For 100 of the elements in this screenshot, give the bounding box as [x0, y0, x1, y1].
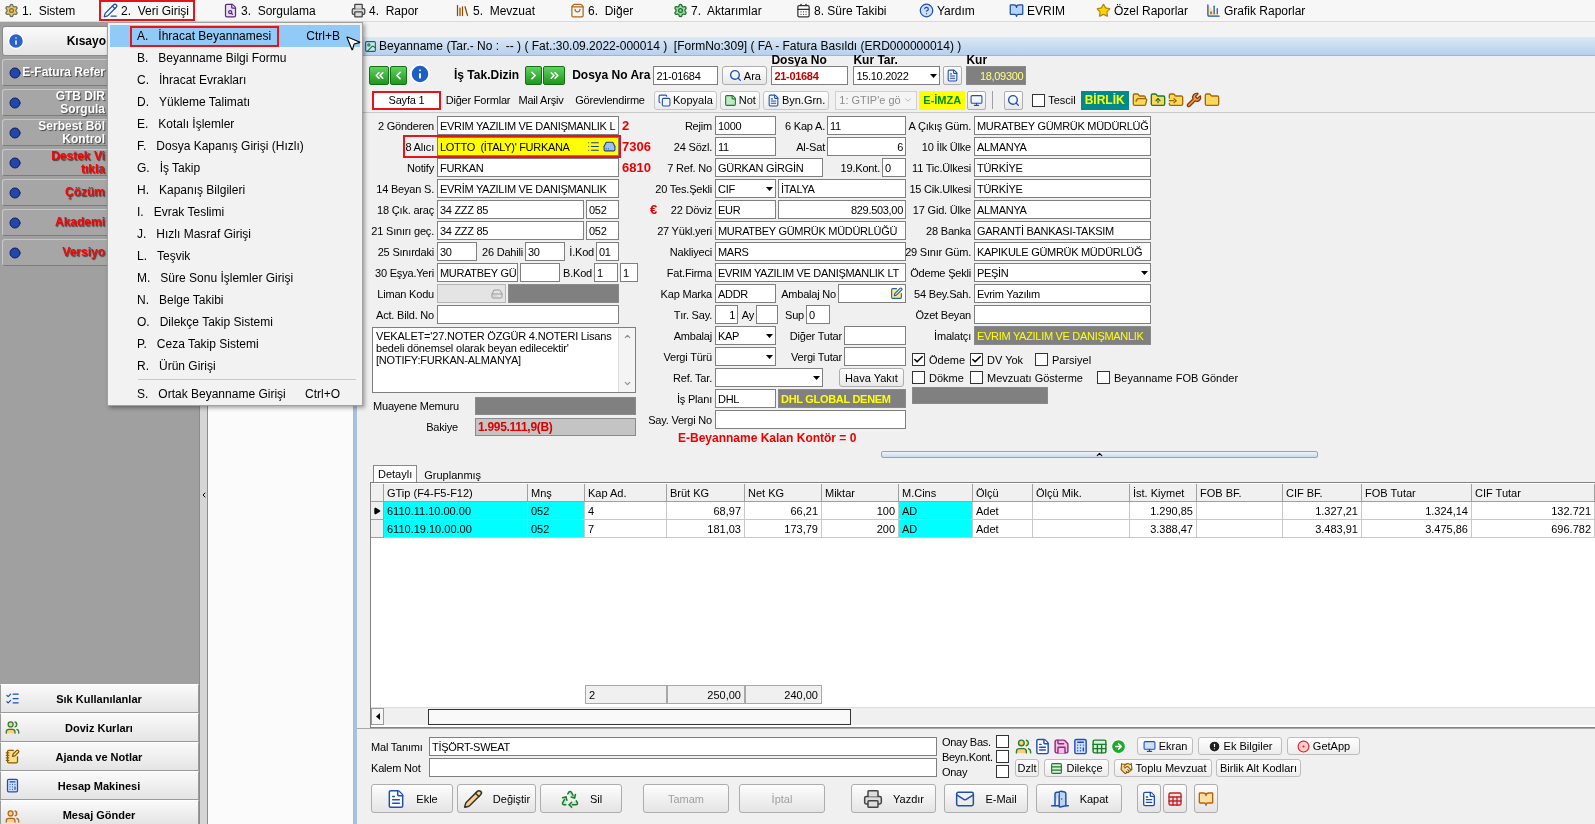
- menu-item[interactable]: Yardım: [915, 0, 981, 21]
- wrench-icon[interactable]: [1185, 92, 1202, 108]
- number-field[interactable]: 6: [827, 137, 906, 156]
- tab[interactable]: Detaylı: [373, 465, 418, 482]
- checkbox[interactable]: [1097, 371, 1110, 384]
- tab[interactable]: Görevlendirme: [569, 90, 651, 110]
- text-field[interactable]: EVRİM YAZILIM VE DANIŞMANLIK: [437, 179, 619, 198]
- menu-item[interactable]: 2. Veri Girişi: [99, 0, 195, 21]
- text-field[interactable]: MURATBEY GÜ: [437, 263, 518, 282]
- toolbar-button[interactable]: [1163, 784, 1187, 813]
- text-field[interactable]: [844, 347, 906, 366]
- sidebar-button[interactable]: Mesaj Gönder: [0, 800, 199, 824]
- text-field[interactable]: ALMANYA: [974, 137, 1151, 156]
- checkbox[interactable]: [912, 353, 925, 366]
- toolbar-button[interactable]: Byn.Grn.: [762, 90, 830, 110]
- dropdown-field[interactable]: CIF: [715, 179, 776, 198]
- action-button[interactable]: Yazdır: [851, 784, 936, 813]
- text-field[interactable]: [838, 284, 906, 303]
- people-icon[interactable]: [1015, 737, 1032, 755]
- last-record-button[interactable]: [543, 66, 566, 85]
- toolbar-button[interactable]: GetApp: [1287, 737, 1360, 755]
- column-header[interactable]: Net KG: [745, 484, 822, 502]
- column-header[interactable]: FOB BF.: [1197, 484, 1283, 502]
- date-field[interactable]: 15.10.2022: [853, 66, 941, 85]
- toolbar-button[interactable]: Not: [719, 90, 760, 110]
- menu-item[interactable]: 3. Sorgulama: [219, 0, 322, 21]
- toolbar-button[interactable]: Ekran: [1137, 737, 1193, 755]
- dropdown-field[interactable]: KAP: [715, 326, 776, 345]
- action-button[interactable]: Sil: [540, 784, 622, 813]
- info-icon[interactable]: [409, 63, 431, 85]
- column-header[interactable]: Kap Ad.: [585, 484, 667, 502]
- column-header[interactable]: CIF BF.: [1283, 484, 1362, 502]
- folder-icon[interactable]: [1203, 92, 1220, 108]
- text-field[interactable]: 1: [594, 263, 618, 282]
- menu-item[interactable]: EVRIM: [1005, 0, 1071, 21]
- action-button[interactable]: Hava Yakıt: [839, 368, 904, 387]
- text-field[interactable]: ALMANYA: [974, 200, 1151, 219]
- text-field[interactable]: DHL: [715, 389, 776, 408]
- vertical-scrollbar[interactable]: [618, 328, 635, 392]
- text-field[interactable]: 21-01684: [771, 66, 849, 85]
- menu-item[interactable]: 6. Diğer: [566, 0, 640, 21]
- text-field[interactable]: [429, 758, 937, 777]
- toolbar-button[interactable]: Kopyala: [654, 90, 717, 110]
- text-field[interactable]: 1: [620, 263, 638, 282]
- scroll-left-button[interactable]: [371, 708, 384, 725]
- folder-arrow-icon[interactable]: [1167, 92, 1184, 108]
- spreadsheet-icon[interactable]: [1091, 737, 1108, 755]
- column-header[interactable]: Miktar: [822, 484, 899, 502]
- menu-item[interactable]: S. Ortak Beyanname Girişi Ctrl+O: [110, 383, 360, 405]
- tab[interactable]: Mail Arşiv: [515, 90, 567, 110]
- toolbar-button[interactable]: BİRLİK: [1080, 90, 1129, 110]
- action-button[interactable]: E-Mail: [944, 784, 1028, 813]
- menu-item[interactable]: P. Ceza Takip Sistemi: [110, 333, 360, 355]
- text-field[interactable]: İTALYA: [778, 179, 906, 198]
- column-header[interactable]: Ölçü Mik.: [1033, 484, 1130, 502]
- toolbar-button[interactable]: [943, 66, 963, 85]
- text-field[interactable]: GÜRKAN GİRGİN: [715, 158, 823, 177]
- toolbar-button[interactable]: E-İMZA: [919, 90, 966, 110]
- text-field[interactable]: MURATBEY GÜMRÜK MÜDÜRLÜĞÜ: [715, 221, 906, 240]
- tab[interactable]: Gruplanmış: [419, 467, 487, 482]
- search-button[interactable]: Ara: [722, 66, 768, 85]
- text-field[interactable]: GARANTİ BANKASI-TAKSIM: [974, 221, 1151, 240]
- checkbox[interactable]: [996, 765, 1009, 778]
- action-button[interactable]: Kapat: [1036, 784, 1122, 813]
- row-header[interactable]: [371, 502, 384, 520]
- text-field[interactable]: [715, 410, 906, 429]
- text-field[interactable]: ADDR: [715, 284, 776, 303]
- dropdown-field[interactable]: PEŞİN: [974, 263, 1151, 282]
- action-button[interactable]: Değiştir: [457, 784, 536, 813]
- column-header[interactable]: Brüt KG: [667, 484, 745, 502]
- checkbox[interactable]: [996, 750, 1009, 763]
- menu-item[interactable]: Grafik Raporlar: [1202, 0, 1312, 21]
- toolbar-button[interactable]: [1004, 90, 1024, 110]
- text-field[interactable]: 30: [437, 242, 477, 261]
- tab[interactable]: Diğer Formlar: [443, 90, 513, 110]
- column-header[interactable]: M.Cins: [899, 484, 973, 502]
- column-header[interactable]: FOB Tutar: [1362, 484, 1472, 502]
- menu-item[interactable]: 8. Süre Takibi: [792, 0, 893, 21]
- document-icon[interactable]: [1034, 737, 1051, 755]
- text-field[interactable]: MARS: [715, 242, 906, 261]
- first-record-button[interactable]: [369, 66, 389, 85]
- text-field[interactable]: 0: [882, 158, 906, 177]
- text-field[interactable]: 11: [827, 116, 906, 135]
- sidebar-button[interactable]: Doviz Kurları: [0, 713, 199, 742]
- text-field[interactable]: EVRIM YAZILIM VE DANIŞMANLIK L: [437, 116, 619, 135]
- checkbox[interactable]: [1035, 353, 1048, 366]
- calculator-icon[interactable]: [1072, 737, 1089, 755]
- column-header[interactable]: CIF Tutar: [1472, 484, 1595, 502]
- text-field[interactable]: [974, 305, 1151, 324]
- folder-arrow-up-icon[interactable]: [1149, 92, 1166, 108]
- text-field[interactable]: [437, 305, 619, 324]
- sidebar-button[interactable]: Ajanda ve Notlar: [0, 742, 199, 771]
- tab[interactable]: Sayfa 1: [372, 90, 441, 110]
- text-field[interactable]: 11: [715, 137, 776, 156]
- text-field[interactable]: 30: [525, 242, 565, 261]
- dropdown-field[interactable]: [715, 347, 776, 366]
- number-field[interactable]: 1: [715, 305, 738, 324]
- column-header[interactable]: GTip (F4-F5-F12): [384, 484, 528, 502]
- dropdown-field[interactable]: [715, 368, 823, 387]
- toolbar-button[interactable]: [967, 90, 987, 110]
